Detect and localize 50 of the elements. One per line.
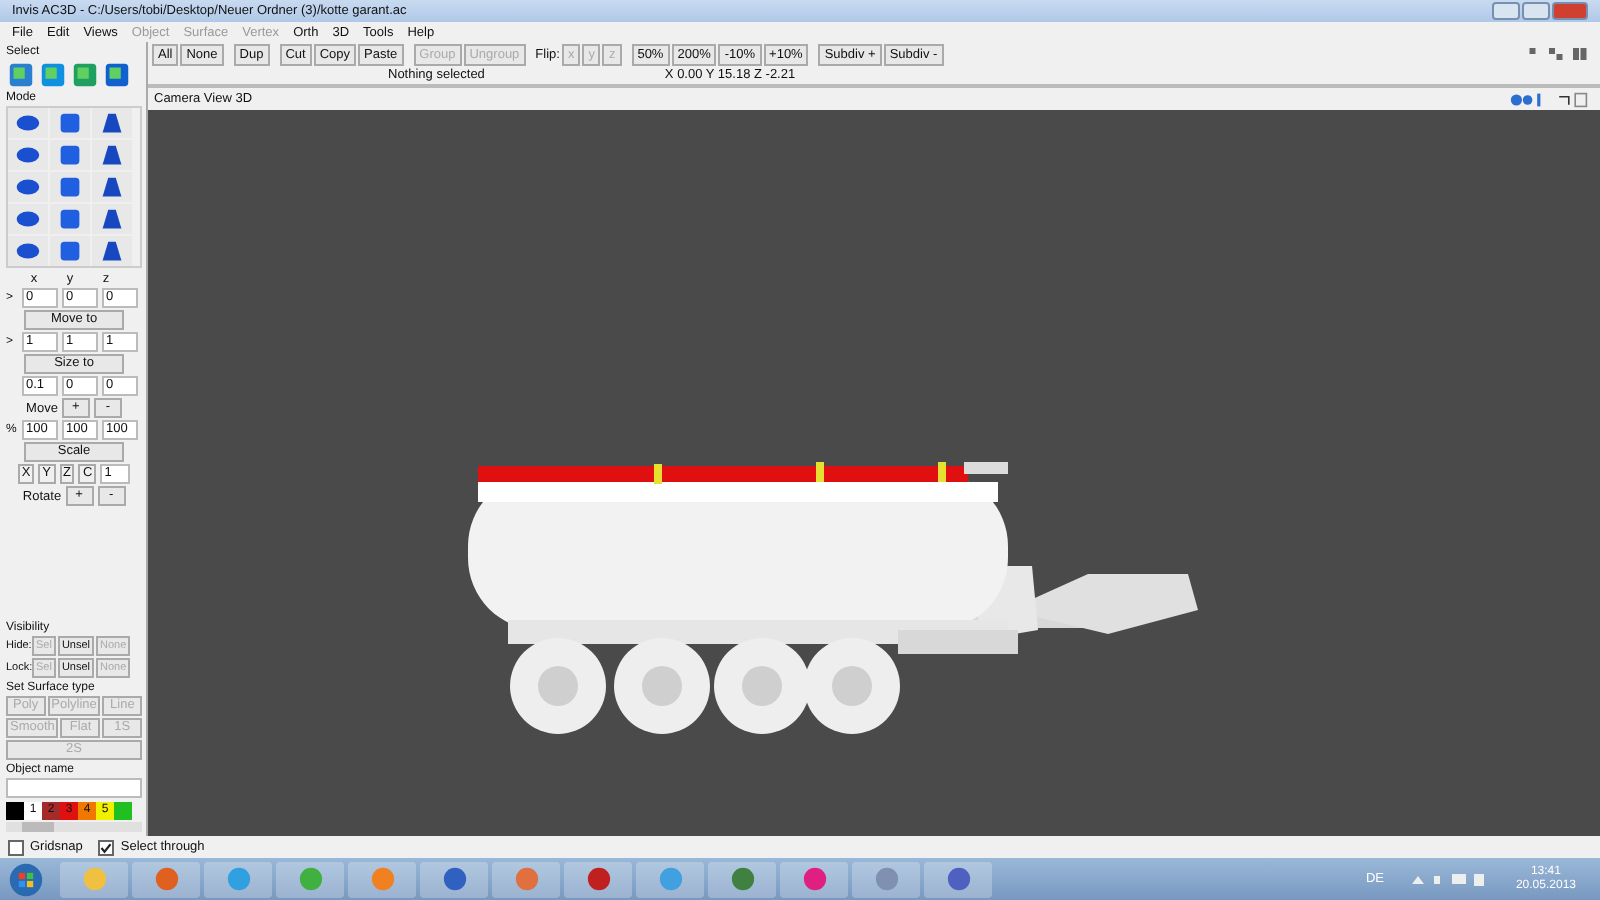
circle-icon — [153, 866, 179, 892]
shape-tool-icon[interactable] — [50, 236, 90, 266]
circle-icon — [441, 866, 467, 892]
navigation-icon[interactable] — [1508, 91, 1544, 107]
color-swatch[interactable] — [6, 802, 24, 820]
checkbox[interactable] — [98, 839, 115, 855]
shape-tool-icon[interactable] — [92, 204, 132, 234]
maximize-button[interactable] — [1522, 2, 1550, 20]
circle-icon — [369, 866, 395, 892]
taskbar-app-button[interactable] — [420, 861, 488, 897]
shape-tool-icon[interactable] — [92, 172, 132, 202]
start-button[interactable] — [8, 861, 44, 897]
shape-tool-icon[interactable] — [50, 172, 90, 202]
shape-tool-icon[interactable] — [92, 236, 132, 266]
minimize-button[interactable] — [1492, 2, 1520, 20]
3d-viewport[interactable] — [148, 110, 1600, 836]
checkbox[interactable] — [8, 839, 24, 855]
color-swatch[interactable] — [114, 802, 132, 820]
shape-tool-icon[interactable] — [92, 108, 132, 138]
scrollbar[interactable] — [6, 822, 142, 832]
taskbar-app-button[interactable] — [708, 861, 776, 897]
taskbar-app-button[interactable] — [492, 861, 560, 897]
shape-tool-icon[interactable] — [8, 236, 48, 266]
shape-tool-icon[interactable] — [8, 172, 48, 202]
taskbar-app-button[interactable] — [924, 861, 992, 897]
taskbar-app-button[interactable] — [780, 861, 848, 897]
close-button[interactable] — [1552, 2, 1588, 20]
layout-icon[interactable] — [1528, 46, 1588, 62]
shape-tool-icon[interactable] — [92, 140, 132, 170]
taskbar-app-button[interactable] — [132, 861, 200, 897]
circle-icon — [801, 866, 827, 892]
shape-tool-icon[interactable] — [8, 204, 48, 234]
taskbar-app-button[interactable] — [564, 861, 632, 897]
shape-tool-icon[interactable] — [8, 108, 48, 138]
circle-icon — [297, 866, 323, 892]
taskbar-app-button[interactable] — [852, 861, 920, 897]
object-name-field[interactable] — [6, 778, 142, 798]
circle-icon — [513, 866, 539, 892]
circle-icon — [657, 866, 683, 892]
circle-icon — [81, 866, 107, 892]
shape-tool-icon[interactable] — [50, 108, 90, 138]
circle-icon — [873, 866, 899, 892]
circle-icon — [225, 866, 251, 892]
system-tray-icons[interactable] — [1407, 869, 1488, 889]
shape-tool-icon[interactable] — [8, 140, 48, 170]
shape-tool-icon[interactable] — [50, 140, 90, 170]
circle-icon — [945, 866, 971, 892]
circle-icon — [729, 866, 755, 892]
shape-tool-icon[interactable] — [50, 204, 90, 234]
circle-icon — [585, 866, 611, 892]
